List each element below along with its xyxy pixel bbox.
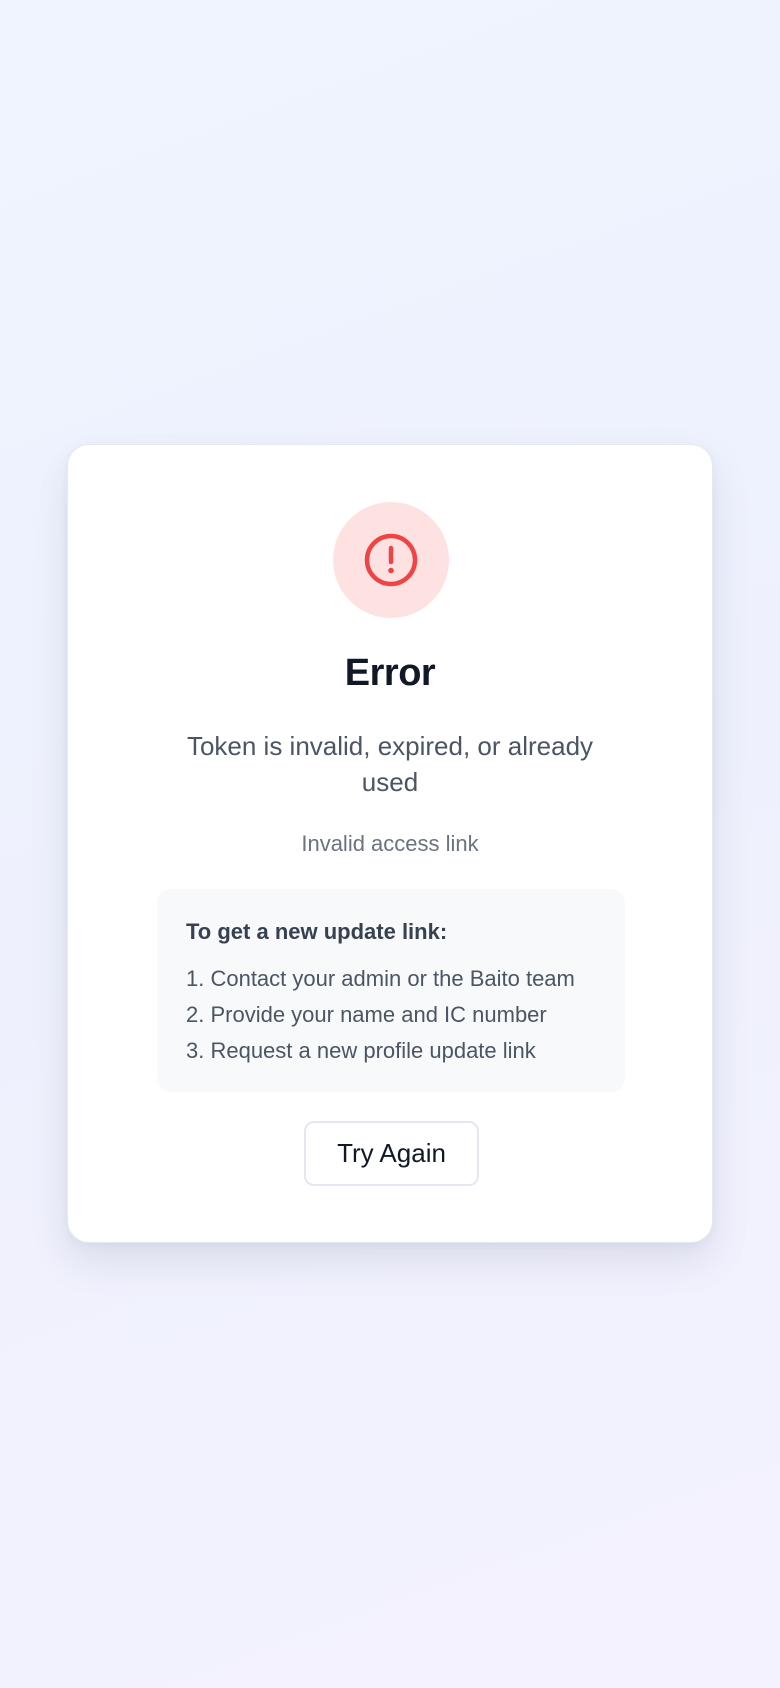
instruction-step: 1. Contact your admin or the Baito team bbox=[186, 966, 575, 991]
page-title: Error bbox=[344, 652, 436, 694]
instruction-step: 3. Request a new profile update link bbox=[186, 1038, 536, 1063]
alert-circle-icon bbox=[364, 533, 418, 587]
instruction-step: 2. Provide your name and IC number bbox=[186, 1002, 547, 1027]
error-card: Error Token is invalid, expired, or alre… bbox=[67, 444, 713, 1243]
instructions-list: 1. Contact your admin or the Baito team … bbox=[186, 961, 625, 1069]
instructions-heading: To get a new update link: bbox=[186, 919, 448, 944]
try-again-button[interactable]: Try Again bbox=[304, 1121, 479, 1186]
error-subtext: Invalid access link bbox=[301, 831, 479, 856]
instructions-box: To get a new update link: 1. Contact you… bbox=[157, 889, 625, 1092]
error-icon-badge bbox=[333, 502, 449, 618]
error-message: Token is invalid, expired, or already us… bbox=[186, 731, 594, 797]
